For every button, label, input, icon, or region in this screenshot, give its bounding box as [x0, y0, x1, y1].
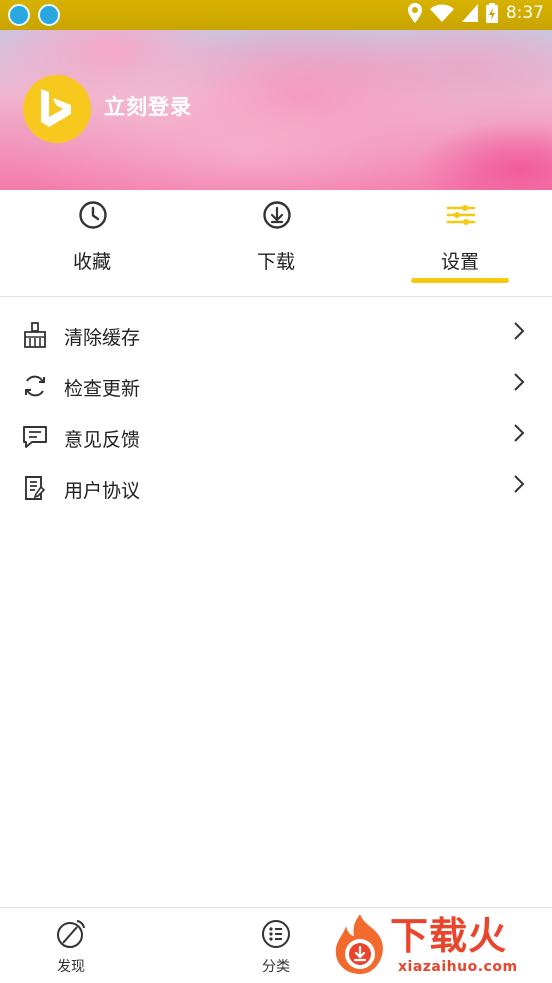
tab-favorites[interactable]: 收藏 [0, 190, 184, 296]
settings-list: 清除缓存 检查更新 意见反馈 用户协议 [0, 310, 552, 514]
refresh-icon [25, 375, 45, 397]
document-icon [25, 476, 46, 500]
bottom-nav-label: 分类 [262, 959, 290, 975]
wifi-icon [429, 4, 454, 22]
settings-item-label: 检查更新 [64, 378, 141, 400]
bing-logo-icon [41, 89, 71, 127]
clock-time: 8:37 [505, 3, 544, 23]
bottom-nav-discover[interactable]: 发现 [31, 918, 111, 976]
login-link[interactable]: 立刻登录 [104, 91, 192, 121]
settings-item-label: 用户协议 [64, 480, 141, 502]
avatar[interactable] [23, 75, 91, 143]
tab-label: 设置 [440, 251, 479, 273]
category-list-icon [262, 920, 290, 948]
settings-item-label: 清除缓存 [64, 327, 141, 349]
download-icon [263, 201, 291, 229]
flame-logo-icon [335, 914, 383, 974]
signal-icon [461, 4, 478, 22]
battery-charging-icon [485, 3, 498, 23]
broom-icon [24, 322, 46, 348]
app-notification-icon [38, 4, 60, 26]
watermark-title: 下载火 [390, 914, 508, 958]
sliders-icon [446, 205, 476, 225]
header-banner: 立刻登录 [0, 30, 552, 190]
compass-icon [57, 920, 85, 948]
settings-item-check-update[interactable]: 检查更新 [0, 361, 552, 412]
tab-settings[interactable]: 设置 [368, 190, 552, 296]
tab-label: 收藏 [72, 251, 111, 273]
chevron-right-icon [514, 424, 525, 442]
settings-item-label: 意见反馈 [64, 429, 141, 451]
settings-item-clear-cache[interactable]: 清除缓存 [0, 310, 552, 361]
status-bar: 8:37 [0, 0, 552, 30]
chevron-right-icon [514, 475, 525, 493]
bottom-nav-label: 发现 [57, 959, 85, 975]
bottom-nav-category[interactable]: 分类 [236, 918, 316, 976]
watermark-url: xiazaihuo.com [398, 959, 518, 975]
feedback-icon [23, 426, 47, 448]
location-icon [407, 3, 422, 23]
app-notification-icon [8, 4, 30, 26]
tab-label: 下载 [256, 251, 295, 273]
watermark: 下载火 xiazaihuo.com [326, 908, 552, 982]
clock-icon [79, 201, 107, 229]
tab-bar: 收藏 下载 设置 [0, 190, 552, 297]
chevron-right-icon [514, 322, 525, 340]
settings-item-user-agreement[interactable]: 用户协议 [0, 463, 552, 514]
settings-item-feedback[interactable]: 意见反馈 [0, 412, 552, 463]
active-tab-indicator [411, 278, 509, 283]
chevron-right-icon [514, 373, 525, 391]
tab-downloads[interactable]: 下载 [184, 190, 368, 296]
